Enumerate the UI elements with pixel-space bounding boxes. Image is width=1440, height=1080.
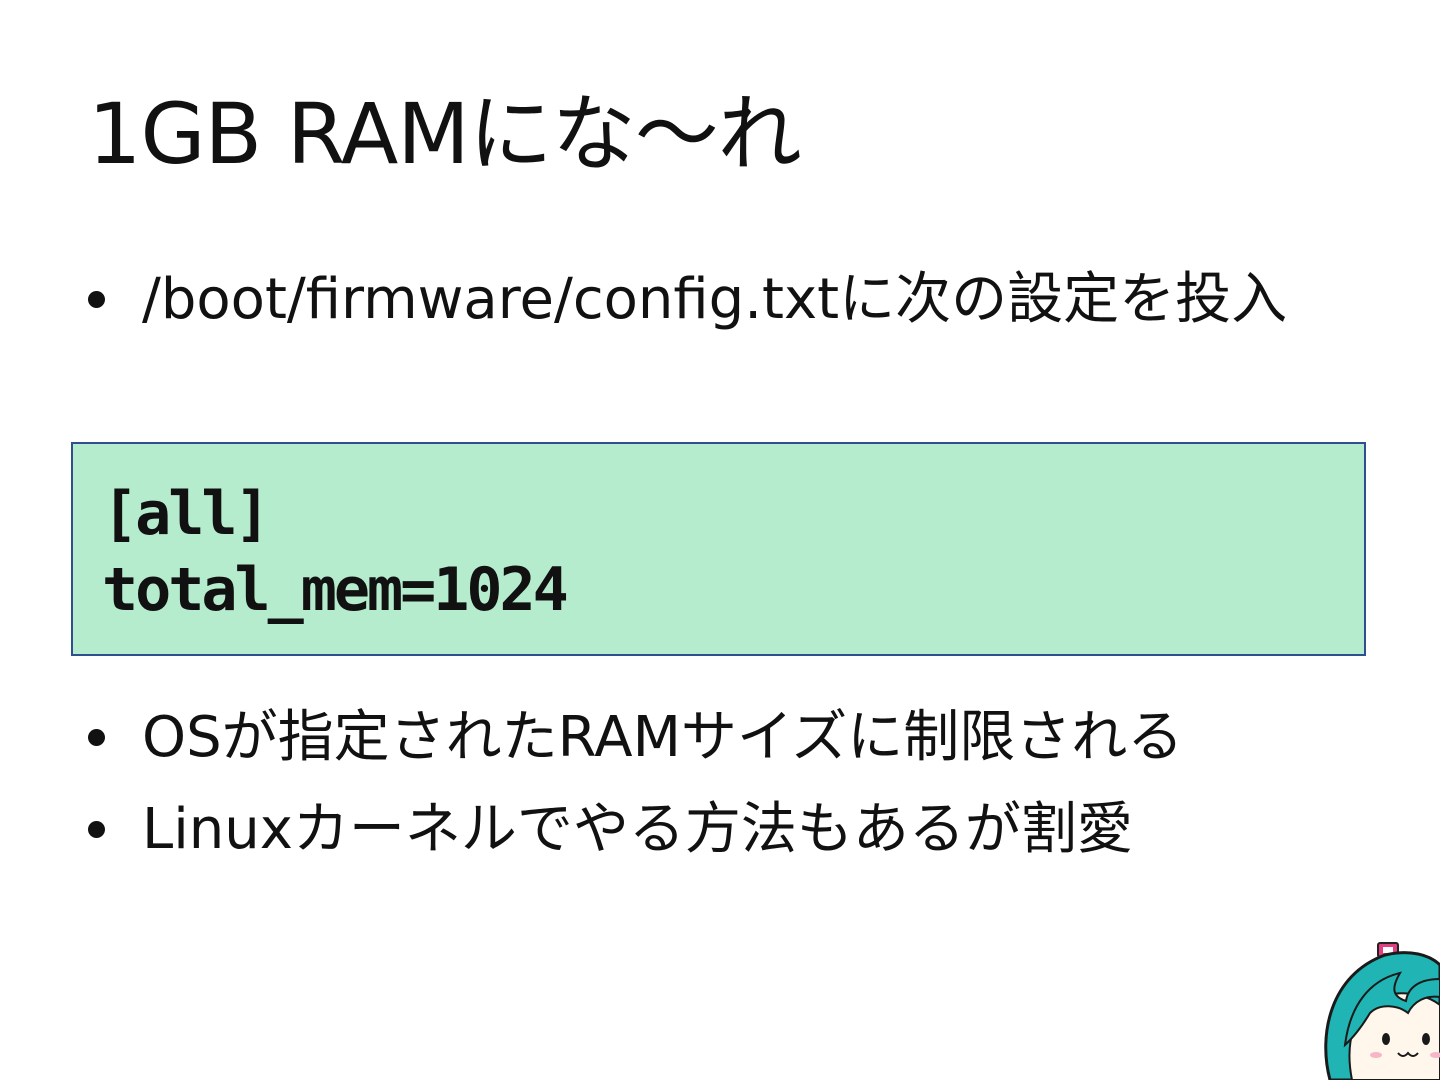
code-line: total_mem=1024 xyxy=(102,555,569,625)
bullet-dot-icon xyxy=(88,729,105,746)
bullet-list-top: /boot/firmware/config.txtに次の設定を投入 xyxy=(86,262,1356,354)
bullet-text: /boot/firmware/config.txtに次の設定を投入 xyxy=(142,267,1288,332)
bullet-text: OSが指定されたRAMサイズに制限される xyxy=(142,705,1184,770)
code-block: [all] total_mem=1024 xyxy=(71,442,1366,656)
teal-haired-character-icon xyxy=(1324,942,1440,1080)
bullet-list-bottom: OSが指定されたRAMサイズに制限される Linuxカーネルでやる方法もあるが割… xyxy=(86,700,1356,884)
bullet-item: Linuxカーネルでやる方法もあるが割愛 xyxy=(86,792,1356,868)
bullet-dot-icon xyxy=(88,821,105,838)
bullet-text: Linuxカーネルでやる方法もあるが割愛 xyxy=(142,797,1133,862)
slide-title: 1GB RAMにな～れ xyxy=(88,85,802,183)
bullet-item: /boot/firmware/config.txtに次の設定を投入 xyxy=(86,262,1356,338)
code-line: [all] xyxy=(102,479,271,549)
bullet-item: OSが指定されたRAMサイズに制限される xyxy=(86,700,1356,776)
bullet-dot-icon xyxy=(88,291,105,308)
